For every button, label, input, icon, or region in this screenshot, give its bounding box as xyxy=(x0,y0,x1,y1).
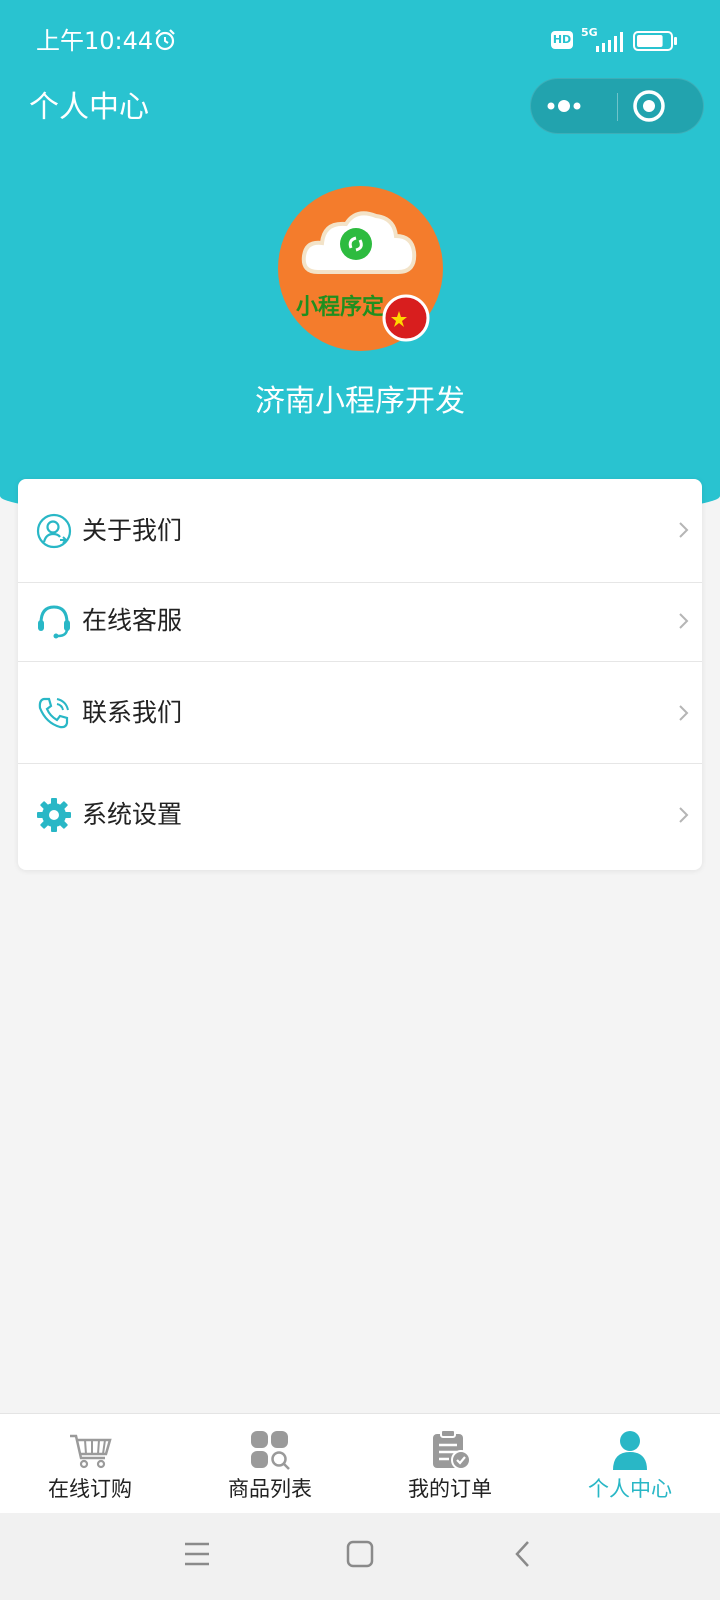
grid-search-icon xyxy=(251,1431,290,1470)
capsule-divider xyxy=(617,93,618,121)
user-icon xyxy=(36,513,72,549)
chevron-right-icon xyxy=(679,705,689,721)
home-square-icon[interactable] xyxy=(346,1540,374,1568)
battery-icon xyxy=(633,31,677,51)
signal-icon xyxy=(596,32,623,52)
order-clipboard-icon xyxy=(433,1430,471,1470)
mini-program-capsule xyxy=(530,78,704,134)
avatar[interactable]: 小程序定 xyxy=(278,186,443,351)
more-dots-icon xyxy=(547,100,581,112)
menu-label-online-service: 在线客服 xyxy=(82,606,183,635)
headset-icon xyxy=(38,605,70,639)
tab-personal-center[interactable]: 个人中心 xyxy=(540,1414,720,1514)
target-close-icon xyxy=(633,90,665,122)
menu-item-online-service[interactable]: 在线客服 xyxy=(18,583,702,662)
system-navigation-bar xyxy=(0,1513,720,1600)
alarm-icon xyxy=(155,29,175,51)
tab-product-list[interactable]: 商品列表 xyxy=(180,1414,360,1514)
tab-label: 在线订购 xyxy=(48,1477,132,1501)
tab-bar: 在线订购 商品列表 我的订单 个人中心 xyxy=(0,1413,720,1513)
hd-badge: HD xyxy=(551,31,573,49)
menu-label-contact: 联系我们 xyxy=(82,698,183,727)
chevron-right-icon xyxy=(679,807,689,823)
menu-item-about[interactable]: 关于我们 xyxy=(18,479,702,583)
page-title: 个人中心 xyxy=(29,90,149,125)
status-time: 上午10:44 xyxy=(36,27,154,55)
chevron-right-icon xyxy=(679,613,689,629)
tab-online-order[interactable]: 在线订购 xyxy=(0,1414,180,1514)
more-button[interactable] xyxy=(531,79,617,135)
person-icon xyxy=(613,1431,647,1470)
menu-label-settings: 系统设置 xyxy=(82,800,183,829)
phone-icon xyxy=(38,697,69,729)
back-chevron-icon[interactable] xyxy=(513,1540,533,1568)
tab-label: 商品列表 xyxy=(228,1477,312,1501)
menu-item-contact[interactable]: 联系我们 xyxy=(18,662,702,764)
tab-my-orders[interactable]: 我的订单 xyxy=(360,1414,540,1514)
cart-icon xyxy=(70,1434,112,1469)
menu-item-settings[interactable]: 系统设置 xyxy=(18,764,702,870)
menu-label-about: 关于我们 xyxy=(82,516,183,545)
tab-label: 个人中心 xyxy=(588,1477,672,1501)
gear-icon xyxy=(37,798,71,832)
close-mini-program-button[interactable] xyxy=(619,79,705,135)
chevron-right-icon xyxy=(679,522,689,538)
username: 济南小程序开发 xyxy=(255,384,465,419)
status-bar: 上午10:44 HD 5G xyxy=(0,0,720,82)
menu-card: 关于我们 在线客服 联系我们 系统设置 xyxy=(18,479,702,870)
menu-lines-icon[interactable] xyxy=(183,1540,211,1568)
tab-label: 我的订单 xyxy=(408,1477,492,1501)
avatar-text: 小程序定 xyxy=(296,294,384,320)
